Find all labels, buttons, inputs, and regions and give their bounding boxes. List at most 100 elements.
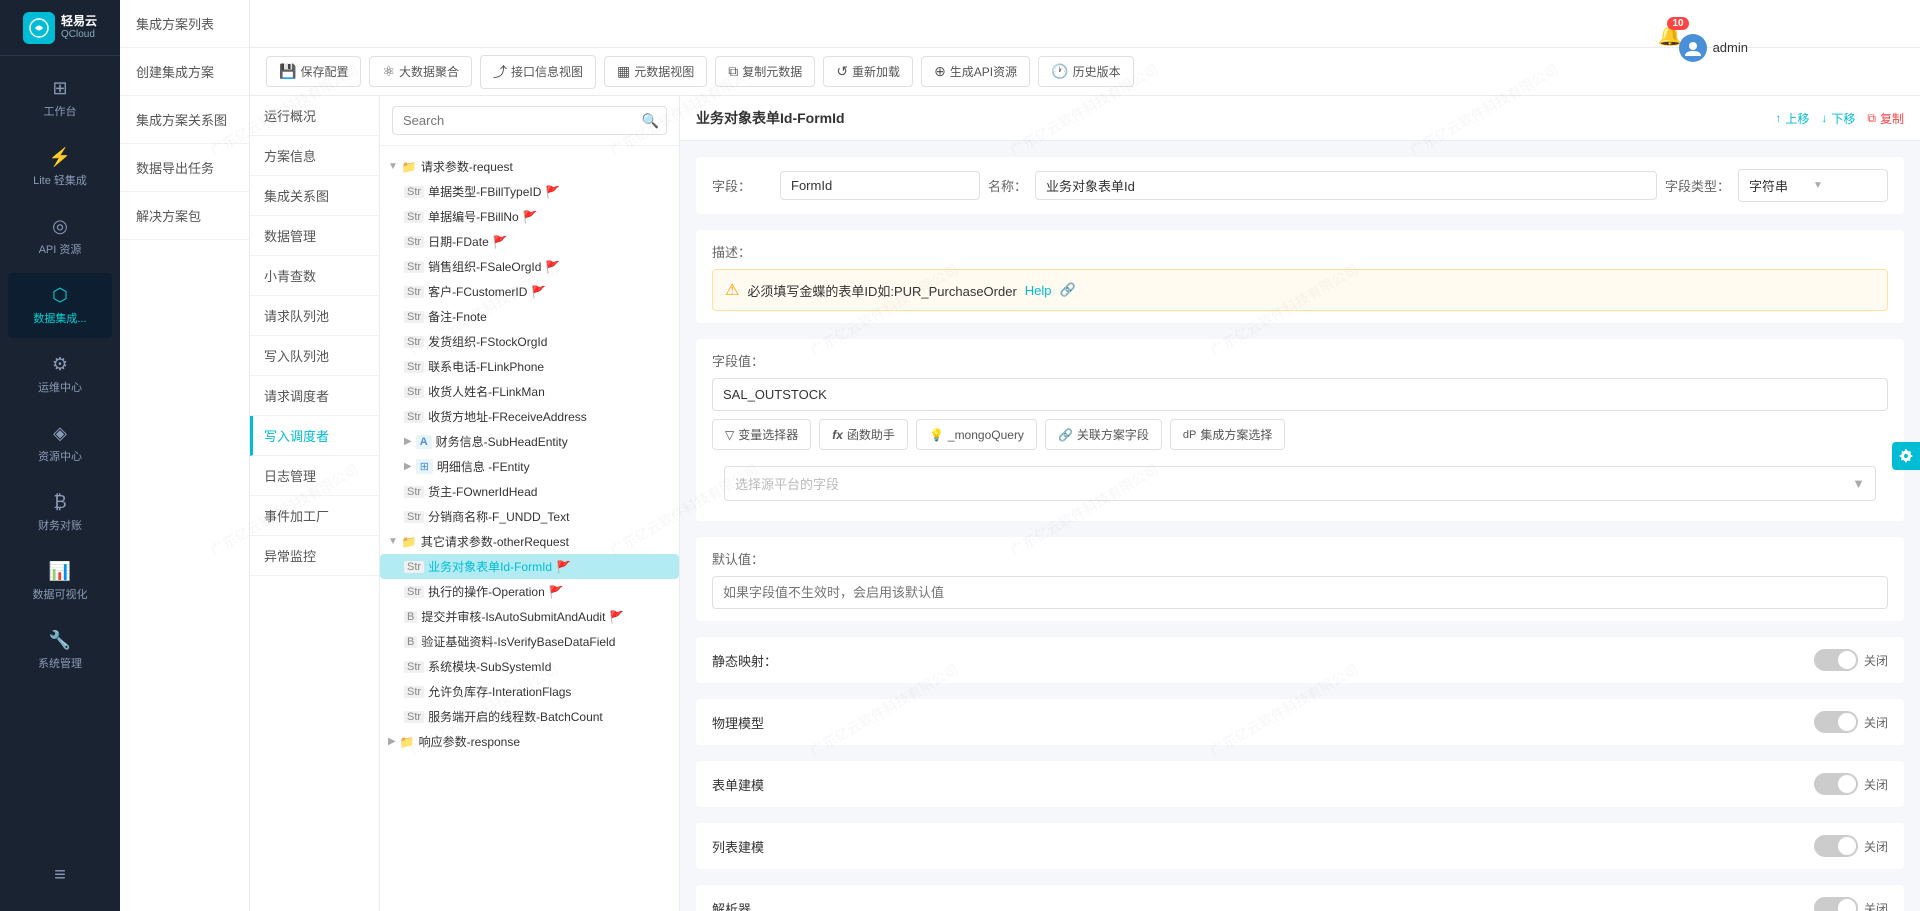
search-input[interactable] [392,106,667,135]
variable-selector-btn[interactable]: ▽ 变量选择器 [712,419,811,450]
mongo-icon: 💡 [929,428,944,442]
sidebar-item-resource[interactable]: ◈ 资源中心 [8,411,112,476]
third-nav-relation[interactable]: 集成关系图 [250,176,379,216]
integration-select-btn[interactable]: dP 集成方案选择 [1170,419,1285,450]
function-helper-btn[interactable]: fx 函数助手 [819,419,908,450]
tree-node-operation[interactable]: Str 执行的操作-Operation 🚩 [380,579,679,604]
toggle-knob [1838,837,1856,855]
list-model-row: 列表建模 关闭 [696,823,1904,869]
sidebar-item-api[interactable]: ◎ API 资源 [8,204,112,269]
sidebar-item-finance[interactable]: ₿ 财务对账 [8,480,112,545]
desc-label: 描述： [712,242,1888,261]
tree-node-autosubmit[interactable]: B 提交并审核-IsAutoSubmitAndAudit 🚩 [380,604,679,629]
third-nav-plan-info[interactable]: 方案信息 [250,136,379,176]
third-nav-data-mgmt[interactable]: 数据管理 [250,216,379,256]
second-nav-create[interactable]: 创建集成方案 [120,48,249,96]
related-icon: 🔗 [1058,428,1073,442]
default-value-input[interactable] [712,576,1888,609]
tree-node-address[interactable]: Str 收货方地址-FReceiveAddress [380,404,679,429]
tree-node-detail-info[interactable]: ▶ ⊞ 明细信息 -FEntity [380,454,679,479]
tree-node-subsystem[interactable]: Str 系统模块-SubSystemId [380,654,679,679]
second-nav-solution[interactable]: 解决方案包 [120,192,249,240]
second-nav-diagram[interactable]: 集成方案关系图 [120,96,249,144]
toggle-off-text: 关闭 [1864,714,1888,731]
tree-node-finance-info[interactable]: ▶ A 财务信息-SubHeadEntity [380,429,679,454]
sidebar-label-data: 数据集成... [33,310,86,326]
field-value-input[interactable] [780,171,980,200]
tree-node-owner[interactable]: Str 货主-FOwnerIdHead [380,479,679,504]
tree-node-remark[interactable]: Str 备注-Fnote [380,304,679,329]
sidebar-menu-btn[interactable]: ≡ [0,852,120,899]
tree-node-saleorg[interactable]: Str 销售组织-FSaleOrgId 🚩 [380,254,679,279]
tree-node-other-request[interactable]: ▼ 📁 其它请求参数-otherRequest [380,529,679,554]
third-nav-exception[interactable]: 异常监控 [250,536,379,576]
tree-node-phone[interactable]: Str 联系电话-FLinkPhone [380,354,679,379]
tree-node-date[interactable]: Str 日期-FDate 🚩 [380,229,679,254]
type-badge: Str [404,711,424,723]
toolbar-gen-api[interactable]: ⊕ 生成API资源 [921,56,1030,87]
toolbar-save[interactable]: 💾 保存配置 [266,56,361,87]
toolbar-interface[interactable]: ⤴ 接口信息视图 [480,55,596,89]
tree-node-formid[interactable]: Str 业务对象表单Id-FormId 🚩 [380,554,679,579]
tree-node-batchcount[interactable]: Str 服务端开启的线程数-BatchCount [380,704,679,729]
action-move-down[interactable]: ↓ 下移 [1821,110,1855,127]
list-model-toggle[interactable]: 关闭 [1814,835,1888,857]
source-platform-dropdown[interactable]: 选择源平台的字段 ▼ [724,466,1876,501]
second-nav-export[interactable]: 数据导出任务 [120,144,249,192]
third-nav-log[interactable]: 日志管理 [250,456,379,496]
sidebar-item-lite[interactable]: ⚡ Lite 轻集成 [8,135,112,200]
toggle-off-text: 关闭 [1864,838,1888,855]
sidebar-item-ops[interactable]: ⚙ 运维中心 [8,342,112,407]
sidebar-item-system[interactable]: 🔧 系统管理 [8,618,112,683]
toolbar-copy-meta-label: 复制元数据 [742,63,802,80]
tree-node-negative-stock[interactable]: Str 允许负库存-InterationFlags [380,679,679,704]
related-field-btn[interactable]: 🔗 关联方案字段 [1045,419,1162,450]
copy-meta-icon: ⧉ [728,63,738,80]
field-value-text-input[interactable] [712,378,1888,411]
third-nav-query[interactable]: 小青查数 [250,256,379,296]
tree-node-linkman[interactable]: Str 收货人姓名-FLinkMan [380,379,679,404]
third-nav-req-queue[interactable]: 请求队列池 [250,296,379,336]
toolbar-meta[interactable]: ▦ 元数据视图 [604,56,707,87]
tree-node-request[interactable]: ▼ 📁 请求参数-request [380,154,679,179]
third-nav-write-scheduler[interactable]: 写入调度者 [250,416,379,456]
sidebar-item-data[interactable]: ⬡ 数据集成... [8,273,112,338]
third-nav-overview[interactable]: 运行概况 [250,96,379,136]
second-nav-list[interactable]: 集成方案列表 [120,0,249,48]
tree-node-billno[interactable]: Str 单据编号-FBillNo 🚩 [380,204,679,229]
toggle-off-text: 关闭 [1864,900,1888,911]
action-move-up[interactable]: ↑ 上移 [1775,110,1809,127]
external-link-icon[interactable]: 🔗 [1060,282,1076,298]
settings-edge-btn[interactable] [1892,442,1920,470]
mongo-query-btn[interactable]: 💡 _mongoQuery [916,419,1037,450]
action-copy[interactable]: ⧉ 复制 [1867,110,1904,127]
name-value-input[interactable] [1035,171,1657,200]
tree-node-distributor[interactable]: Str 分销商名称-F_UNDD_Text [380,504,679,529]
lite-icon: ⚡ [49,147,71,168]
toolbar-history[interactable]: 🕐 历史版本 [1038,56,1133,87]
toolbar-reload[interactable]: ↺ 重新加载 [823,56,913,87]
sidebar-item-workbench[interactable]: ⊞ 工作台 [8,66,112,131]
tree-node-verifybase[interactable]: B 验证基础资料-IsVerifyBaseDataField [380,629,679,654]
parser-toggle[interactable]: 关闭 [1814,897,1888,911]
node-label: 其它请求参数-otherRequest [421,533,569,550]
ops-icon: ⚙ [52,354,68,375]
toolbar-bigdata[interactable]: ⚛ 大数据聚合 [369,56,472,87]
tree-node-customer[interactable]: Str 客户-FCustomerID 🚩 [380,279,679,304]
third-nav-req-scheduler[interactable]: 请求调度者 [250,376,379,416]
user-area[interactable]: admin [1679,34,1748,62]
system-icon: 🔧 [49,630,71,651]
sidebar-item-viz[interactable]: 📊 数据可视化 [8,549,112,614]
third-nav-event[interactable]: 事件加工厂 [250,496,379,536]
help-link[interactable]: Help [1025,283,1052,298]
tree-node-billtype[interactable]: Str 单据类型-FBillTypeID 🚩 [380,179,679,204]
form-model-toggle[interactable]: 关闭 [1814,773,1888,795]
third-nav-write-queue[interactable]: 写入队列池 [250,336,379,376]
toolbar-copy-meta[interactable]: ⧉ 复制元数据 [715,56,815,87]
tree-node-stockorg[interactable]: Str 发货组织-FStockOrgId [380,329,679,354]
related-label: 关联方案字段 [1077,426,1149,443]
physical-model-toggle[interactable]: 关闭 [1814,711,1888,733]
tree-node-response[interactable]: ▶ 📁 响应参数-response [380,729,679,754]
static-map-toggle[interactable]: 关闭 [1814,649,1888,671]
type-select[interactable]: 字符串 ▼ [1738,169,1888,202]
